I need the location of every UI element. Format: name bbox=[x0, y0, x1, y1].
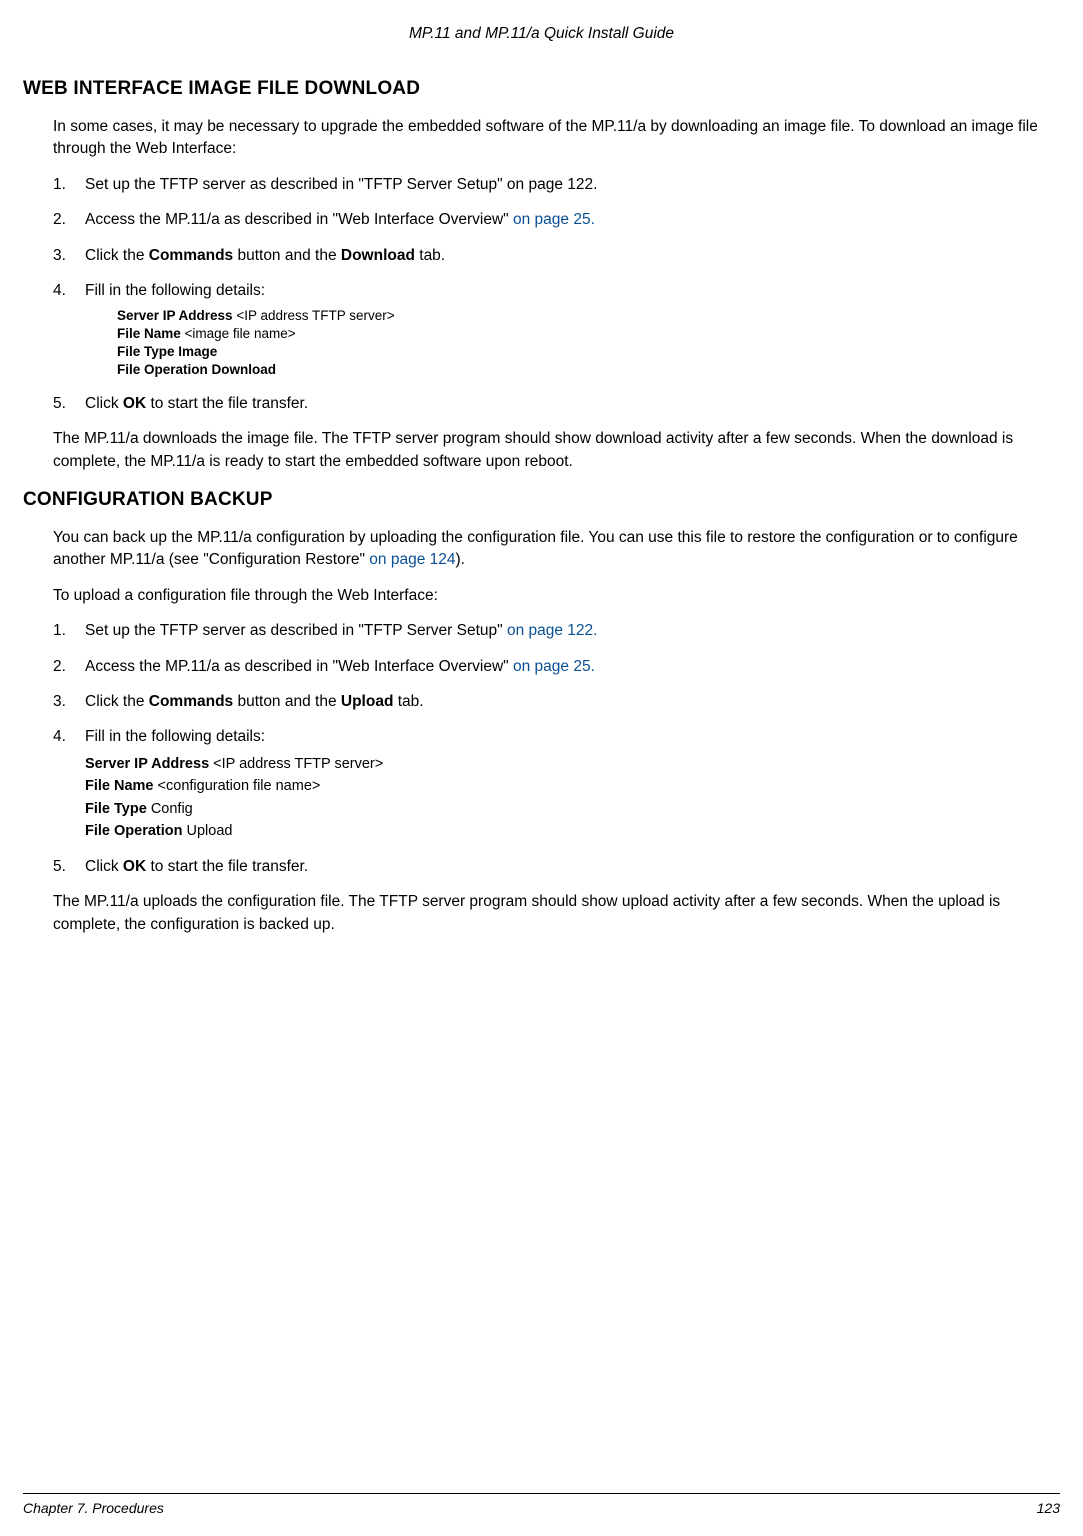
link-page-25[interactable]: on page 25. bbox=[509, 211, 595, 228]
section2-step4: Fill in the following details: Server IP… bbox=[53, 726, 1060, 842]
section1-step3: Click the Commands button and the Downlo… bbox=[53, 245, 1060, 267]
section1-step1: Set up the TFTP server as described in "… bbox=[53, 174, 1060, 196]
section2-outro: The MP.11/a uploads the configuration fi… bbox=[53, 891, 1060, 936]
section1-step5: Click OK to start the file transfer. bbox=[53, 393, 1060, 415]
section2-step3: Click the Commands button and the Upload… bbox=[53, 691, 1060, 713]
section2-step5: Click OK to start the file transfer. bbox=[53, 856, 1060, 878]
header-title: MP.11 and MP.11/a Quick Install Guide bbox=[23, 23, 1060, 45]
section1-intro: In some cases, it may be necessary to up… bbox=[53, 116, 1060, 161]
section2-intro: You can back up the MP.11/a configuratio… bbox=[53, 527, 1060, 572]
section-heading-2: CONFIGURATION BACKUP bbox=[23, 486, 1060, 514]
link-page-122[interactable]: on page 122. bbox=[503, 622, 598, 639]
section1-step2: Access the MP.11/a as described in "Web … bbox=[53, 209, 1060, 231]
section-heading-1: WEB INTERFACE IMAGE FILE DOWNLOAD bbox=[23, 75, 1060, 103]
page-footer: Chapter 7. Procedures 123 bbox=[23, 1493, 1060, 1518]
section1-details: Server IP Address <IP address TFTP serve… bbox=[85, 307, 1060, 380]
section1-step4: Fill in the following details: Server IP… bbox=[53, 280, 1060, 379]
footer-page-number: 123 bbox=[1037, 1498, 1060, 1518]
section2-intro2: To upload a configuration file through t… bbox=[53, 585, 1060, 607]
section2-details: Server IP Address <IP address TFTP serve… bbox=[85, 753, 1060, 843]
section2-step1: Set up the TFTP server as described in "… bbox=[53, 620, 1060, 642]
section1-outro: The MP.11/a downloads the image file. Th… bbox=[53, 428, 1060, 473]
link-page-124[interactable]: on page 124 bbox=[365, 551, 456, 568]
section2-step2: Access the MP.11/a as described in "Web … bbox=[53, 656, 1060, 678]
link-page-25-b[interactable]: on page 25. bbox=[509, 658, 595, 675]
footer-chapter: Chapter 7. Procedures bbox=[23, 1498, 164, 1518]
